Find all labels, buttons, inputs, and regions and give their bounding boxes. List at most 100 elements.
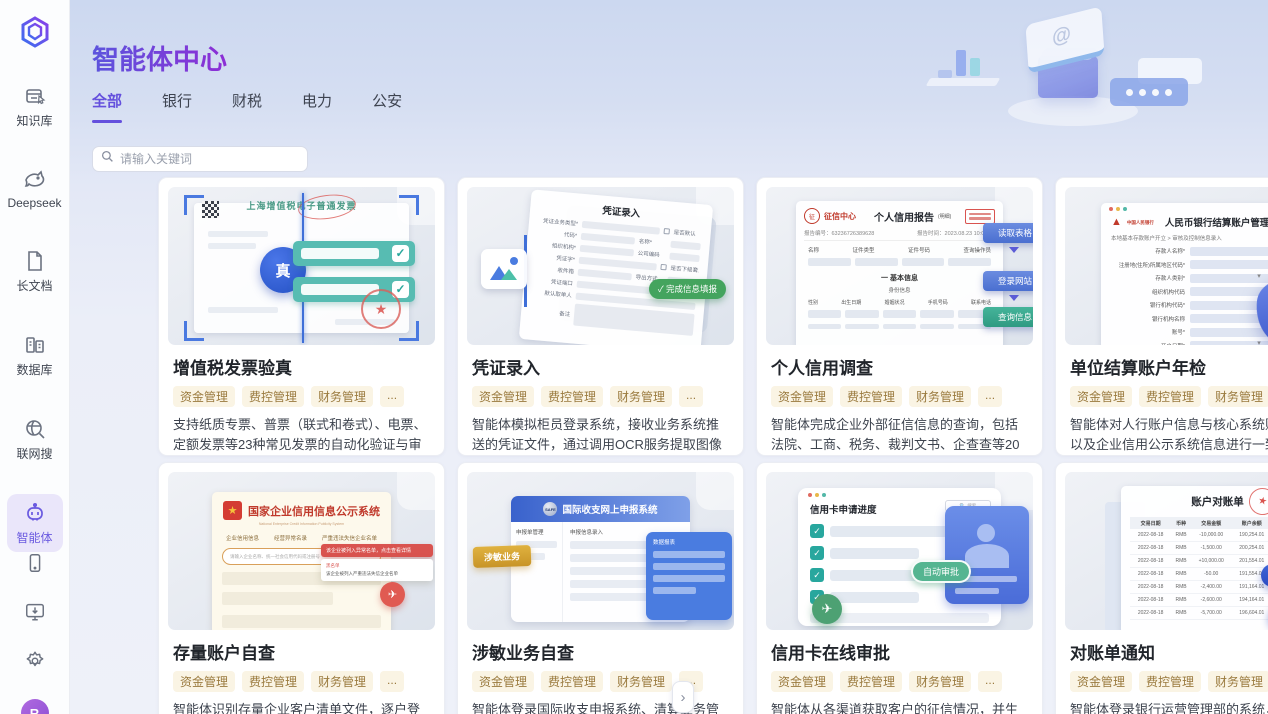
web-search-icon xyxy=(23,417,47,441)
sidebar-item-long-doc[interactable]: 长文档 xyxy=(7,242,63,300)
tag-list: 资金管理 费控管理 财务管理 ... xyxy=(1070,386,1268,407)
category-tabs: 全部 银行 财税 电力 公安 xyxy=(92,90,402,123)
national-emblem-icon: ★ xyxy=(223,501,242,520)
sidebar-item-agent[interactable]: 智能体 xyxy=(7,494,63,552)
send-icon: ✈ xyxy=(380,582,405,607)
tag: 财务管理 xyxy=(311,671,373,692)
search-icon xyxy=(101,150,114,168)
tag: 资金管理 xyxy=(771,386,833,407)
card-title: 个人信用调查 xyxy=(771,354,1028,379)
agent-card-grid: 上海增值税电子普通发票 真 ✓ ✓ ★ 增值税发票验真 资金管理 xyxy=(158,177,1268,714)
tag-list: 资金管理 费控管理 财务管理 ... xyxy=(173,671,430,692)
settings-gear-icon[interactable] xyxy=(24,650,46,677)
user-avatar[interactable]: R xyxy=(21,699,49,714)
card-description: 智能体识别存量企业客户清单文件，逐户登录全国企业信用信息公示系统，查询存量企业工… xyxy=(173,700,430,714)
agent-card-sensitive-business-check[interactable]: SAFE 国际收支网上申报系统 申报单管理 申报信息录入 xyxy=(457,462,744,714)
search-input[interactable] xyxy=(120,152,299,166)
tag-more: ... xyxy=(380,386,404,407)
tab-bank[interactable]: 银行 xyxy=(162,90,192,123)
statement-table: 交易日期币种交易金额账户余额收支类型2022-08-18RMB-10,000.0… xyxy=(1130,517,1268,620)
tag: 资金管理 xyxy=(1070,671,1132,692)
warning-tooltip: 该企业被列入异常名单，点击查看详情 xyxy=(321,544,433,557)
card-thumbnail: ▲ 中国人民银行 人民币银行结算账户管理系统 本地基本存款账户开立 > 审核及控… xyxy=(1065,187,1268,345)
main-content: 智能体中心 全部 银行 财税 电力 公安 上海增值税电子普通发票 xyxy=(70,0,1268,714)
sidebar-item-label: 数据库 xyxy=(16,361,52,378)
tab-all[interactable]: 全部 xyxy=(92,90,122,123)
tag: 费控管理 xyxy=(541,386,603,407)
agent-card-voucher-entry[interactable]: 凭证录入 凭证业务类型*是否默认 代码*名称* 组织机构*公司编码 凭证字*是否… xyxy=(457,177,744,456)
document-icon xyxy=(23,249,47,273)
sidebar-item-label: 智能体 xyxy=(16,529,52,546)
agent-card-account-annual-check[interactable]: ▲ 中国人民银行 人民币银行结算账户管理系统 本地基本存款账户开立 > 审核及控… xyxy=(1055,177,1268,456)
sidebar-item-label: Deepseek xyxy=(7,196,61,210)
agent-card-stock-account-check[interactable]: ★ 国家企业信用信息公示系统 National Enterprise Credi… xyxy=(158,462,445,714)
customer-profile-panel xyxy=(945,506,1029,604)
sidebar-item-label: 联网搜 xyxy=(16,445,52,462)
check-row: ✓ xyxy=(293,241,415,266)
agent-card-invoice-verify[interactable]: 上海增值税电子普通发票 真 ✓ ✓ ★ 增值税发票验真 资金管理 xyxy=(158,177,445,456)
card-title: 凭证录入 xyxy=(472,354,729,379)
read-table-button: 读取表格 xyxy=(983,223,1033,243)
tag: 费控管理 xyxy=(242,386,304,407)
tag: 费控管理 xyxy=(541,671,603,692)
expand-chevron-button[interactable]: › xyxy=(672,681,694,713)
tag-more: ... xyxy=(978,386,1002,407)
deepseek-whale-icon xyxy=(23,168,47,192)
card-thumbnail: SAFE 国际收支网上申报系统 申报单管理 申报信息录入 xyxy=(467,472,734,630)
card-description: 智能体从各渠道获取客户的征信情况，并生产黑白名单... xyxy=(771,700,1028,714)
sidebar-item-knowledge-base[interactable]: 知识库 xyxy=(7,77,63,135)
tag: 财务管理 xyxy=(1208,671,1268,692)
tab-police[interactable]: 公安 xyxy=(372,90,402,123)
login-site-button: 登录网站 xyxy=(983,271,1033,291)
sidebar-nav: 知识库 Deepseek 长文档 xyxy=(0,77,69,552)
warning-detail: 黑名单 该企业被列入严重违法失信企业名单 xyxy=(321,559,433,581)
download-client-icon[interactable] xyxy=(24,601,46,628)
tag-more: ... xyxy=(978,671,1002,692)
tag: 费控管理 xyxy=(840,671,902,692)
tag-list: 资金管理 费控管理 财务管理 ... xyxy=(771,671,1028,692)
tag: 财务管理 xyxy=(909,671,971,692)
data-report-panel: 数据报表 xyxy=(646,532,732,620)
tab-electric[interactable]: 电力 xyxy=(302,90,332,123)
tag: 费控管理 xyxy=(1139,386,1201,407)
mobile-device-icon[interactable] xyxy=(24,552,46,579)
sidebar-item-deepseek[interactable]: Deepseek xyxy=(7,161,63,216)
card-description: 智能体登录银行运营管理部的系统，批量生成对账单，并将对账单保存到指定位置，再根据… xyxy=(1070,700,1268,714)
tag-list: 资金管理 费控管理 财务管理 ... xyxy=(771,386,1028,407)
card-thumbnail: ★ 国家企业信用信息公示系统 National Enterprise Credi… xyxy=(168,472,435,630)
sidebar-item-label: 长文档 xyxy=(16,277,52,294)
sidebar-item-web-search[interactable]: 联网搜 xyxy=(7,410,63,468)
tag: 财务管理 xyxy=(610,671,672,692)
tag: 财务管理 xyxy=(909,386,971,407)
tag: 费控管理 xyxy=(1139,671,1201,692)
card-title: 对账单通知 xyxy=(1070,639,1268,664)
card-thumbnail: 上海增值税电子普通发票 真 ✓ ✓ ★ xyxy=(168,187,435,345)
database-icon xyxy=(23,333,47,357)
robot-icon xyxy=(23,501,47,525)
search-box[interactable] xyxy=(92,146,308,172)
sidebar-item-database[interactable]: 数据库 xyxy=(7,326,63,384)
tag: 财务管理 xyxy=(1208,386,1268,407)
sensitive-business-badge: 涉敏业务 xyxy=(473,545,532,568)
card-title: 涉敏业务自查 xyxy=(472,639,729,664)
sidebar: 知识库 Deepseek 长文档 xyxy=(0,0,70,714)
card-thumbnail: 凭证录入 凭证业务类型*是否默认 代码*名称* 组织机构*公司编码 凭证字*是否… xyxy=(467,187,734,345)
agent-card-personal-credit[interactable]: 征 征信中心 个人信用报告 (明细) 报告编号：63236726389628 报… xyxy=(756,177,1043,456)
tag: 资金管理 xyxy=(472,671,534,692)
card-thumbnail: 信用卡申请进度 🔍搜索 ✓ ✓ ✓ ✓ 自动审批 ✈ xyxy=(766,472,1033,630)
red-stamp-icon: ★ xyxy=(361,289,401,329)
image-placeholder-icon xyxy=(481,249,527,289)
auto-approve-badge: 自动审批 xyxy=(911,560,971,583)
tag: 财务管理 xyxy=(311,386,373,407)
tag-list: 资金管理 费控管理 财务管理 ... xyxy=(173,386,430,407)
card-title: 单位结算账户年检 xyxy=(1070,354,1268,379)
tag: 资金管理 xyxy=(771,671,833,692)
tab-finance-tax[interactable]: 财税 xyxy=(232,90,262,123)
knowledge-base-icon xyxy=(23,84,47,108)
tag: 资金管理 xyxy=(1070,386,1132,407)
app-logo-icon[interactable] xyxy=(18,15,52,49)
agent-card-credit-card-approval[interactable]: 信用卡申请进度 🔍搜索 ✓ ✓ ✓ ✓ 自动审批 ✈ 信用卡在线审批 资金管理 xyxy=(756,462,1043,714)
query-info-button: 查询信息 xyxy=(983,307,1033,327)
card-title: 存量账户自查 xyxy=(173,639,430,664)
agent-card-statement-notify[interactable]: 账户对账单 ★ 交易日期币种交易金额账户余额收支类型2022-08-18RMB-… xyxy=(1055,462,1268,714)
